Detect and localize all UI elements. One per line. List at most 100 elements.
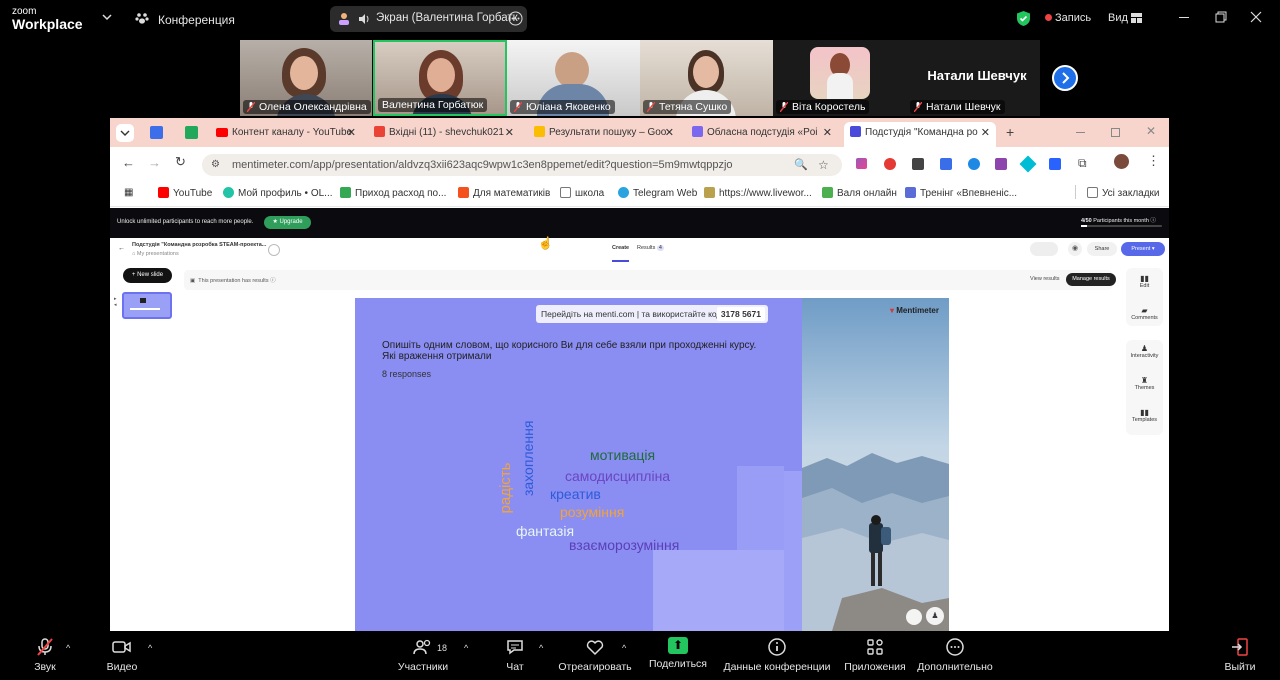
audio-options-chevron-icon[interactable]: ^: [66, 643, 70, 653]
templates-icon: ▮▮: [1140, 408, 1149, 417]
upgrade-button[interactable]: ★ Upgrade: [264, 216, 311, 229]
menu-icon[interactable]: ⋮: [1147, 153, 1160, 169]
participants-options-chevron-icon[interactable]: ^: [464, 643, 468, 653]
adblock-icon[interactable]: [884, 158, 896, 170]
browser-tab[interactable]: Вхідні (11) - shevchuk021 ✕: [372, 122, 520, 147]
settings-icon[interactable]: [268, 244, 280, 256]
chevron-down-icon[interactable]: [102, 13, 112, 21]
back-icon[interactable]: ←: [122, 155, 135, 170]
bookmark-item[interactable]: Мой профиль • OL...: [223, 187, 333, 199]
participant-tile[interactable]: Тетяна Сушко: [640, 40, 773, 116]
bookmark-folder[interactable]: школа: [560, 187, 604, 199]
share-button[interactable]: Share: [1087, 242, 1117, 256]
mouse-cursor-icon: ☝: [538, 236, 553, 250]
present-button[interactable]: Present ▾: [1121, 242, 1165, 256]
participants-icon[interactable]: ♟: [926, 607, 944, 625]
browser-tab[interactable]: Контент каналу - YouTube ✕: [214, 122, 362, 147]
react-button[interactable]: Отреагировать: [558, 637, 632, 673]
profile-avatar[interactable]: [1114, 154, 1129, 169]
react-options-chevron-icon[interactable]: ^: [622, 643, 626, 653]
new-tab-icon[interactable]: +: [1006, 124, 1014, 140]
participant-tile[interactable]: Олена Олександрівна: [240, 40, 372, 116]
bookmark-item[interactable]: Telegram Web: [618, 187, 697, 199]
slide-thumbnail[interactable]: [122, 292, 172, 319]
restore-icon[interactable]: [1215, 11, 1227, 23]
tab-create[interactable]: Create: [612, 245, 629, 251]
edit-icon: ▮▮: [1140, 274, 1149, 283]
preview-eye-icon[interactable]: ◉: [1068, 242, 1082, 256]
all-bookmarks-folder[interactable]: Усі закладки: [1087, 187, 1160, 199]
participant-tile[interactable]: Натали Шевчук Натали Шевчук: [907, 40, 1040, 116]
reload-icon[interactable]: ↻: [175, 154, 186, 170]
back-arrow-icon[interactable]: ←: [118, 245, 125, 252]
tab-search-button[interactable]: [116, 124, 134, 142]
screen-share-indicator[interactable]: Экран (Валентина Горбатк: [330, 6, 527, 32]
participant-avatar: [810, 47, 870, 99]
participant-tile[interactable]: Віта Коростель: [773, 40, 907, 116]
extension-lt-icon[interactable]: [912, 158, 924, 170]
mic-muted-icon: [37, 638, 53, 656]
minimize-icon[interactable]: [1076, 132, 1085, 133]
paw-icon: [135, 11, 149, 25]
apps-button[interactable]: Приложения: [842, 637, 908, 673]
bookmark-item[interactable]: Тренінг «Впевненіс...: [905, 187, 1017, 199]
reactions-button[interactable]: [906, 609, 922, 625]
bookmark-item[interactable]: Для математиків: [458, 187, 550, 199]
video-button[interactable]: Видео: [104, 637, 140, 673]
themes-tool[interactable]: ♜ Themes: [1126, 376, 1163, 391]
close-icon[interactable]: ✕: [1146, 124, 1156, 138]
view-label[interactable]: Вид: [1108, 12, 1128, 24]
new-slide-button[interactable]: + New slide: [123, 268, 172, 283]
minimize-icon[interactable]: [1179, 17, 1189, 18]
more-options-icon[interactable]: [508, 11, 523, 26]
shield-check-icon[interactable]: [1016, 10, 1031, 27]
meeting-info-button[interactable]: Данные конференции: [722, 637, 832, 673]
edit-tool[interactable]: ▮▮ Edit: [1126, 274, 1163, 289]
chat-button[interactable]: Чат: [500, 637, 530, 673]
my-presentations-link[interactable]: ⌂ My presentations: [132, 251, 179, 257]
apps-grid-icon[interactable]: ▦: [124, 187, 133, 198]
participant-tile-active[interactable]: Валентина Горбатюк: [373, 40, 507, 116]
forward-icon[interactable]: →: [148, 155, 161, 170]
audio-button[interactable]: Звук: [30, 637, 60, 673]
grid-view-icon[interactable]: [1131, 13, 1142, 23]
browser-tab[interactable]: Обласна подстудія «Poi ✕: [690, 122, 838, 147]
collaborators-avatars[interactable]: [1030, 242, 1058, 256]
interactivity-tool[interactable]: ♟ Interactivity: [1126, 344, 1163, 359]
browser-tab-active[interactable]: Подстудія "Командна ро ✕: [844, 122, 996, 147]
extensions-puzzle-icon[interactable]: ⧉: [1078, 156, 1087, 171]
tab-results[interactable]: Results 4: [637, 245, 664, 251]
browser-tab[interactable]: Результати пошуку – Goo ✕: [532, 122, 680, 147]
bookmark-item[interactable]: YouTube: [158, 187, 212, 199]
extension-blue-icon[interactable]: [1049, 158, 1061, 170]
chat-options-chevron-icon[interactable]: ^: [539, 643, 543, 653]
record-label[interactable]: Запись: [1055, 12, 1091, 24]
participant-tile[interactable]: Юліана Яковенко: [507, 40, 640, 116]
share-screen-button[interactable]: ⬆ Поделиться: [648, 637, 708, 670]
restore-icon[interactable]: [1111, 128, 1120, 137]
more-button[interactable]: Дополнительно: [914, 637, 996, 673]
view-results-link[interactable]: View results: [1030, 276, 1060, 282]
sheets-tab-icon[interactable]: [185, 126, 198, 139]
extension-circle-icon[interactable]: [968, 158, 980, 170]
bookmark-item[interactable]: https://www.livewor...: [704, 187, 812, 199]
gallery-next-button[interactable]: [1052, 65, 1078, 91]
bookmark-item[interactable]: Приход расход по...: [340, 187, 446, 199]
pinned-tab-icon[interactable]: [150, 126, 163, 139]
slide-drag-handle[interactable]: ▸ ◂: [114, 296, 117, 308]
close-icon[interactable]: [1250, 11, 1262, 23]
url-field[interactable]: ⚙ mentimeter.com/app/presentation/aldvzq…: [202, 154, 842, 176]
templates-tool[interactable]: ▮▮ Templates: [1126, 408, 1163, 423]
leave-button[interactable]: Выйти: [1222, 637, 1258, 673]
join-code: 3178 5671: [716, 307, 765, 321]
comments-tool[interactable]: ▰ Comments: [1126, 306, 1163, 321]
meeting-title[interactable]: Конференция: [158, 13, 235, 27]
video-options-chevron-icon[interactable]: ^: [148, 643, 152, 653]
slide-canvas[interactable]: Перейдіть на menti.com | та використайте…: [355, 298, 802, 631]
extension-screen-icon[interactable]: [940, 158, 952, 170]
extension-pen-icon[interactable]: [856, 158, 867, 169]
bookmark-item[interactable]: Валя онлайн: [822, 187, 897, 199]
presentation-title[interactable]: Подстудія "Командна розробка STEAM-проек…: [132, 242, 266, 248]
extension-b-icon[interactable]: [995, 158, 1007, 170]
manage-results-button[interactable]: Manage results: [1066, 273, 1116, 286]
